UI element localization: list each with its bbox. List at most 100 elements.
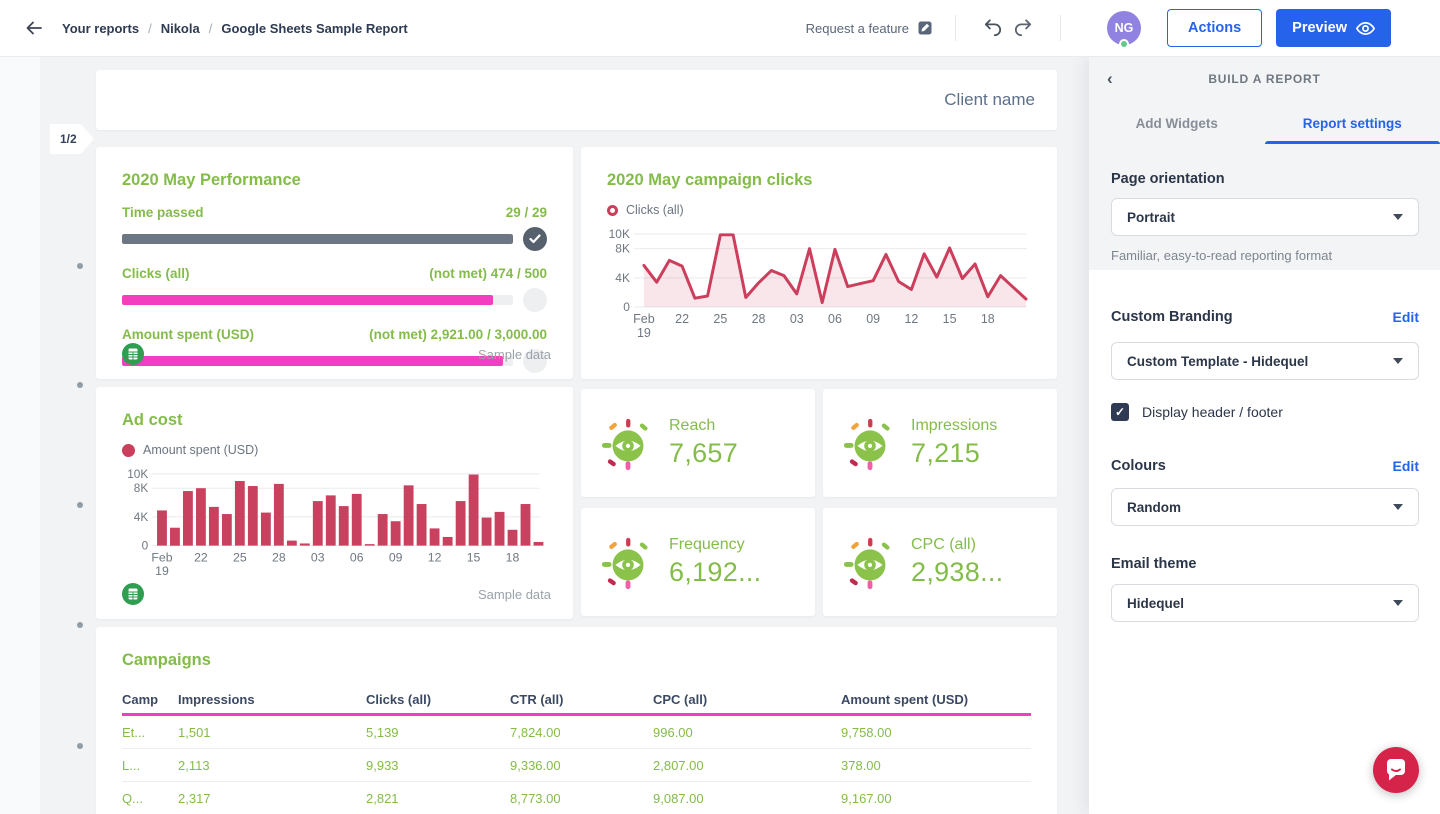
- table-cell: 9,336.00: [510, 758, 653, 773]
- table-cell: Q...: [122, 791, 178, 806]
- stat-value: 2,938...: [911, 557, 1003, 588]
- guide-dot: [77, 743, 83, 749]
- legend-ring-marker: [607, 205, 618, 216]
- page-orientation-label: Page orientation: [1111, 171, 1419, 187]
- eye-confetti-icon: [599, 414, 657, 472]
- page-orientation-select[interactable]: Portrait: [1111, 198, 1419, 236]
- svg-text:8K: 8K: [134, 482, 149, 495]
- svg-text:09: 09: [389, 550, 403, 564]
- email-theme-select[interactable]: Hidequel: [1111, 584, 1419, 622]
- table-cell: 8,773.00: [510, 791, 653, 806]
- campaigns-table-widget[interactable]: Campaigns Camp Impressions Clicks (all) …: [96, 627, 1057, 814]
- goal-status-icon: [523, 288, 547, 312]
- performance-widget[interactable]: 2020 May Performance Time passed 29 / 29: [96, 147, 573, 379]
- breadcrumb-separator: /: [148, 21, 152, 36]
- page-orientation-helper: Familiar, easy-to-read reporting format: [1111, 248, 1419, 263]
- chevron-down-icon: [1393, 600, 1403, 606]
- table-cell: 1,501: [178, 725, 366, 740]
- ad-cost-widget[interactable]: Ad cost Amount spent (USD) 04K8K10KFeb19…: [96, 387, 573, 619]
- svg-text:22: 22: [675, 312, 689, 326]
- svg-text:19: 19: [637, 326, 651, 340]
- stat-card-grid: Reach 7,657 Impressions 7,215 Frequency …: [581, 389, 1057, 618]
- presence-dot: [1119, 39, 1129, 49]
- preview-button[interactable]: Preview: [1276, 9, 1391, 47]
- svg-text:06: 06: [828, 312, 842, 326]
- table-cell: 9,167.00: [841, 791, 1031, 806]
- bar-chart: 04K8K10KFeb19222528030609121518: [122, 465, 547, 581]
- column-header: Amount spent (USD): [841, 692, 1031, 707]
- custom-template-select[interactable]: Custom Template - Hidequel: [1111, 342, 1419, 380]
- stat-card-reach[interactable]: Reach 7,657: [581, 389, 815, 497]
- stat-value: 6,192...: [669, 557, 761, 588]
- goal-label: Time passed: [122, 205, 204, 220]
- google-sheets-icon: [122, 583, 144, 605]
- colours-label: Colours: [1111, 458, 1166, 474]
- avatar[interactable]: NG: [1107, 11, 1141, 45]
- page-indicator[interactable]: 1/2: [50, 124, 94, 154]
- stat-label: CPC (all): [911, 536, 1003, 554]
- goal-time-passed: Time passed 29 / 29: [122, 205, 547, 251]
- breadcrumb-separator: /: [209, 21, 213, 36]
- stat-card-impressions[interactable]: Impressions 7,215: [823, 389, 1057, 497]
- undo-button[interactable]: [978, 15, 1008, 41]
- custom-branding-edit-link[interactable]: Edit: [1393, 309, 1419, 325]
- undo-icon: [982, 19, 1004, 37]
- stat-card-frequency[interactable]: Frequency 6,192...: [581, 508, 815, 616]
- svg-text:10K: 10K: [609, 227, 630, 241]
- display-header-footer-checkbox[interactable]: ✓ Display header / footer: [1111, 403, 1419, 421]
- goal-value: (not met) 2,921.00 / 3,000.00: [369, 327, 547, 342]
- eye-confetti-icon: [841, 533, 899, 591]
- legend-label: Amount spent (USD): [143, 443, 258, 457]
- top-bar: Your reports / Nikola / Google Sheets Sa…: [0, 0, 1440, 57]
- request-feature-link[interactable]: Request a feature: [806, 20, 933, 36]
- table-cell: L...: [122, 758, 178, 773]
- goal-status-icon: [523, 227, 547, 251]
- widget-title: 2020 May Performance: [122, 171, 547, 190]
- actions-button[interactable]: Actions: [1167, 9, 1262, 47]
- svg-text:28: 28: [272, 550, 286, 564]
- colours-select[interactable]: Random: [1111, 488, 1419, 526]
- svg-text:0: 0: [623, 300, 630, 314]
- stat-card-cpc[interactable]: CPC (all) 2,938...: [823, 508, 1057, 616]
- guide-dot: [77, 622, 83, 628]
- redo-button[interactable]: [1008, 15, 1038, 41]
- guide-dot: [77, 382, 83, 388]
- check-icon: [529, 234, 541, 244]
- email-theme-value: Hidequel: [1127, 596, 1184, 611]
- avatar-initials: NG: [1115, 21, 1134, 35]
- svg-text:15: 15: [467, 550, 481, 564]
- stat-label: Impressions: [911, 417, 997, 435]
- goal-clicks: Clicks (all) (not met) 474 / 500: [122, 266, 547, 312]
- table-header-row: Camp Impressions Clicks (all) CTR (all) …: [122, 686, 1031, 716]
- svg-text:09: 09: [866, 312, 880, 326]
- custom-template-value: Custom Template - Hidequel: [1127, 354, 1308, 369]
- progress-bar: [122, 234, 513, 244]
- breadcrumb-client[interactable]: Nikola: [161, 21, 200, 36]
- tab-report-settings[interactable]: Report settings: [1265, 103, 1440, 144]
- campaign-clicks-widget[interactable]: 2020 May campaign clicks Clicks (all) 04…: [581, 147, 1057, 379]
- column-header: CPC (all): [653, 692, 841, 707]
- sample-data-note: Sample data: [478, 347, 551, 362]
- panel-header: ‹ BUILD A REPORT: [1089, 57, 1440, 86]
- svg-text:19: 19: [155, 564, 169, 578]
- eye-confetti-icon: [841, 414, 899, 472]
- legend-dot-marker: [122, 444, 135, 457]
- table-cell: 7,824.00: [510, 725, 653, 740]
- tab-add-widgets[interactable]: Add Widgets: [1089, 103, 1265, 144]
- breadcrumb-your-reports[interactable]: Your reports: [62, 21, 139, 36]
- table-cell: 2,807.00: [653, 758, 841, 773]
- colours-edit-link[interactable]: Edit: [1393, 458, 1419, 474]
- chevron-down-icon: [1393, 358, 1403, 364]
- collapse-panel-chevron-icon[interactable]: ‹: [1107, 69, 1113, 89]
- panel-tabs: Add Widgets Report settings: [1089, 103, 1440, 144]
- report-header-widget[interactable]: Client name: [96, 70, 1057, 130]
- back-button[interactable]: [20, 14, 48, 42]
- svg-text:Feb: Feb: [633, 312, 655, 326]
- request-feature-label: Request a feature: [806, 21, 909, 36]
- goal-label: Clicks (all): [122, 266, 190, 281]
- column-header: Camp: [122, 692, 178, 707]
- toolbar-divider: [1060, 15, 1061, 41]
- campaigns-table: Camp Impressions Clicks (all) CTR (all) …: [122, 686, 1031, 814]
- stat-value: 7,657: [669, 438, 738, 469]
- chat-launcher-button[interactable]: [1373, 747, 1419, 793]
